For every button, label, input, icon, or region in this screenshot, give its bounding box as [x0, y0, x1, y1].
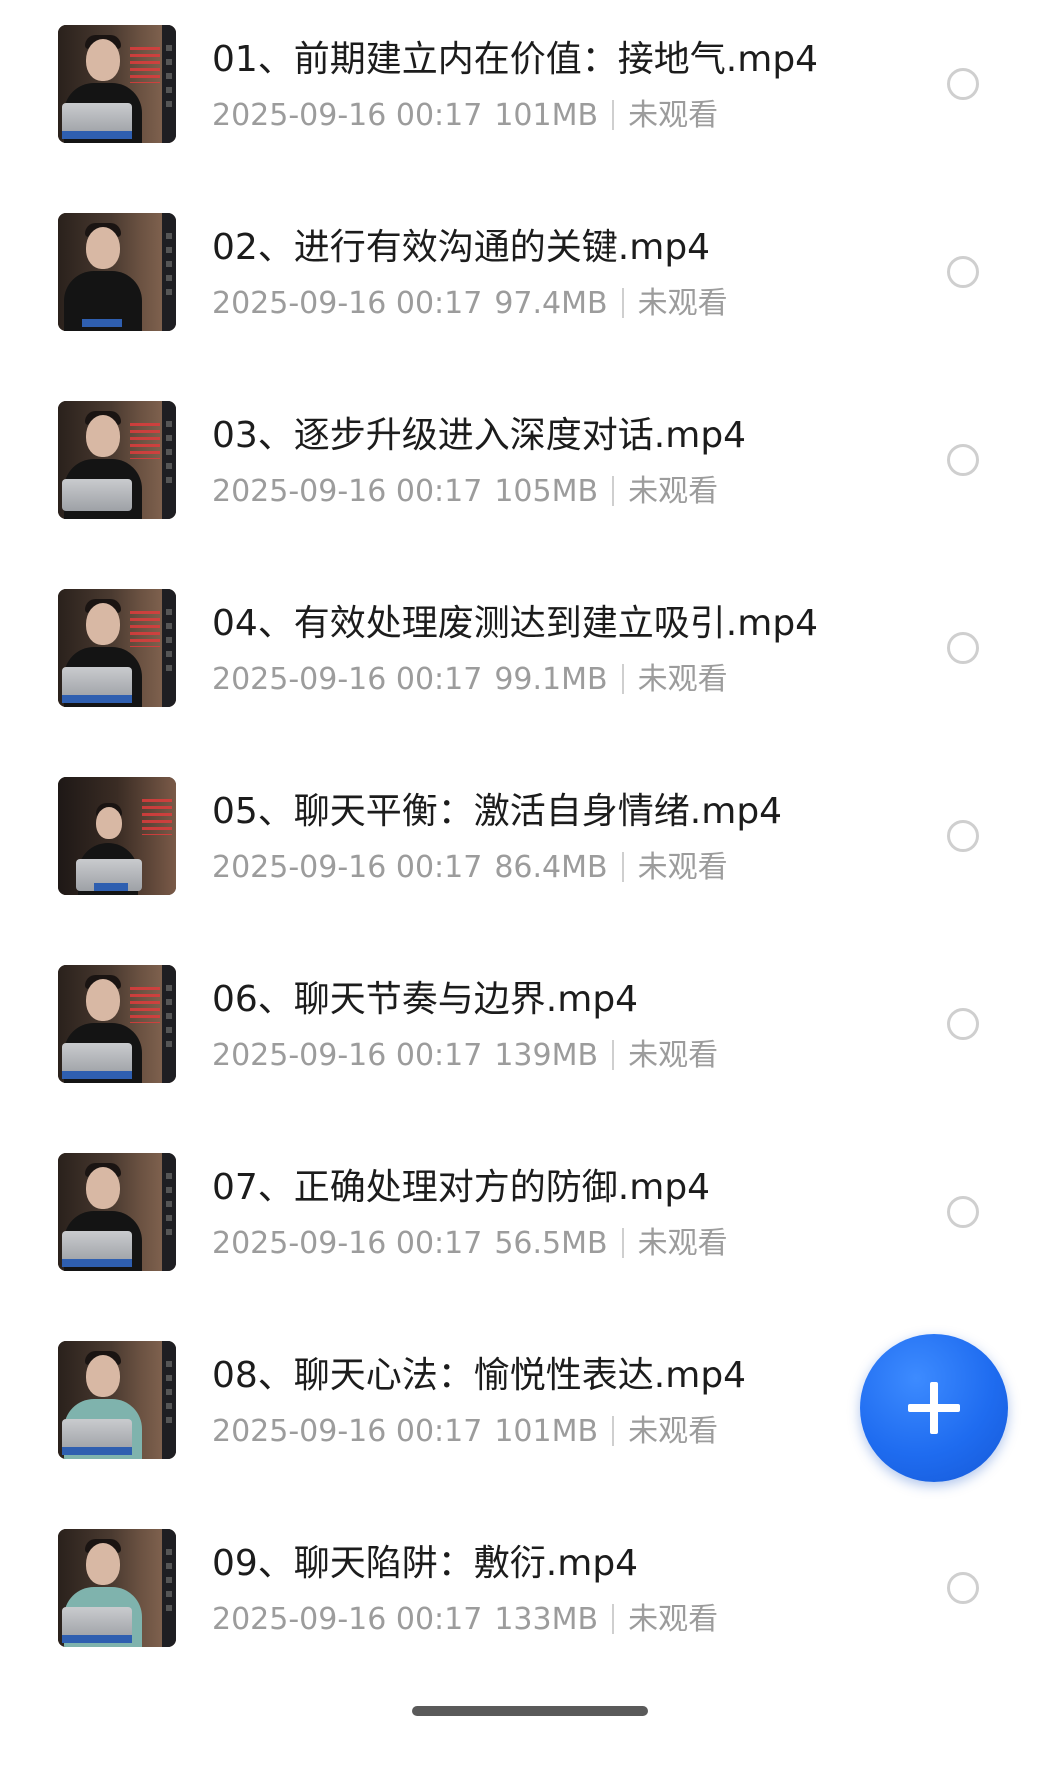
file-meta: 2025-09-16 00:17 133MB 未观看 [212, 1601, 718, 1639]
list-item[interactable]: 02、进行有效沟通的关键.mp4 2025-09-16 00:17 97.4MB 未… [0, 188, 1054, 376]
meta-divider [612, 1416, 615, 1446]
video-thumbnail [58, 965, 176, 1083]
select-radio[interactable] [947, 1008, 979, 1040]
file-meta: 2025-09-16 00:17 139MB 未观看 [212, 1037, 718, 1075]
list-item[interactable]: 03、逐步升级进入深度对话.mp4 2025-09-16 00:17 105MB 未… [0, 376, 1054, 564]
video-thumbnail [58, 1529, 176, 1647]
file-meta: 2025-09-16 00:17 105MB 未观看 [212, 473, 718, 511]
watch-status: 未观看 [637, 1226, 728, 1261]
file-meta: 2025-09-16 00:17 86.4MB 未观看 [212, 849, 728, 887]
list-item[interactable]: 05、聊天平衡：激活自身情绪.mp4 2025-09-16 00:17 86.4M… [0, 752, 1054, 940]
select-radio[interactable] [947, 632, 979, 664]
file-title: 06、聊天节奏与边界.mp4 [212, 979, 639, 1020]
file-size: 97.4MB [494, 286, 608, 321]
file-datetime: 2025-09-16 00:17 [212, 850, 483, 885]
file-title: 08、聊天心法：愉悦性表达.mp4 [212, 1355, 747, 1396]
watch-status: 未观看 [628, 1038, 719, 1073]
plus-icon [908, 1382, 960, 1434]
select-radio[interactable] [947, 1572, 979, 1604]
meta-divider [612, 1604, 615, 1634]
watch-status: 未观看 [637, 850, 728, 885]
meta-divider [621, 664, 624, 694]
video-thumbnail [58, 401, 176, 519]
file-title: 03、逐步升级进入深度对话.mp4 [212, 415, 747, 456]
video-thumbnail [58, 1153, 176, 1271]
file-datetime: 2025-09-16 00:17 [212, 1226, 483, 1261]
file-datetime: 2025-09-16 00:17 [212, 1602, 483, 1637]
meta-divider [621, 1228, 624, 1258]
home-indicator[interactable] [412, 1706, 648, 1716]
file-size: 133MB [494, 1602, 599, 1637]
watch-status: 未观看 [628, 474, 719, 509]
file-title: 07、正确处理对方的防御.mp4 [212, 1167, 711, 1208]
file-title: 09、聊天陷阱：敷衍.mp4 [212, 1543, 639, 1584]
file-meta: 2025-09-16 00:17 97.4MB 未观看 [212, 285, 728, 323]
list-item[interactable]: 07、正确处理对方的防御.mp4 2025-09-16 00:17 56.5MB 未… [0, 1128, 1054, 1316]
file-size: 86.4MB [494, 850, 608, 885]
meta-divider [621, 288, 624, 318]
file-meta: 2025-09-16 00:17 101MB 未观看 [212, 97, 718, 135]
file-datetime: 2025-09-16 00:17 [212, 474, 483, 509]
file-meta: 2025-09-16 00:17 56.5MB 未观看 [212, 1225, 728, 1263]
watch-status: 未观看 [628, 98, 719, 133]
file-title: 01、前期建立内在价值：接地气.mp4 [212, 39, 819, 80]
select-radio[interactable] [947, 820, 979, 852]
file-size: 105MB [494, 474, 599, 509]
file-title: 02、进行有效沟通的关键.mp4 [212, 227, 711, 268]
watch-status: 未观看 [637, 662, 728, 697]
file-datetime: 2025-09-16 00:17 [212, 98, 483, 133]
file-datetime: 2025-09-16 00:17 [212, 662, 483, 697]
select-radio[interactable] [947, 1196, 979, 1228]
file-datetime: 2025-09-16 00:17 [212, 286, 483, 321]
meta-divider [612, 476, 615, 506]
meta-divider [612, 100, 615, 130]
file-meta: 2025-09-16 00:17 101MB 未观看 [212, 1413, 718, 1451]
file-size: 101MB [494, 1414, 599, 1449]
select-radio[interactable] [947, 256, 979, 288]
file-size: 99.1MB [494, 662, 608, 697]
list-item[interactable]: 04、有效处理废测达到建立吸引.mp4 2025-09-16 00:17 99.1… [0, 564, 1054, 752]
list-item[interactable]: 01、前期建立内在价值：接地气.mp4 2025-09-16 00:17 101M… [0, 0, 1054, 188]
file-title: 05、聊天平衡：激活自身情绪.mp4 [212, 791, 783, 832]
file-datetime: 2025-09-16 00:17 [212, 1038, 483, 1073]
watch-status: 未观看 [628, 1602, 719, 1637]
file-size: 101MB [494, 98, 599, 133]
select-radio[interactable] [947, 444, 979, 476]
file-meta: 2025-09-16 00:17 99.1MB 未观看 [212, 661, 728, 699]
file-size: 139MB [494, 1038, 599, 1073]
video-thumbnail [58, 777, 176, 895]
video-thumbnail [58, 213, 176, 331]
list-item[interactable]: 06、聊天节奏与边界.mp4 2025-09-16 00:17 139MB 未观看 [0, 940, 1054, 1128]
file-datetime: 2025-09-16 00:17 [212, 1414, 483, 1449]
watch-status: 未观看 [628, 1414, 719, 1449]
video-thumbnail [58, 1341, 176, 1459]
add-button[interactable] [860, 1334, 1008, 1482]
select-radio[interactable] [947, 68, 979, 100]
list-item[interactable]: 09、聊天陷阱：敷衍.mp4 2025-09-16 00:17 133MB 未观看 [0, 1504, 1054, 1692]
file-size: 56.5MB [494, 1226, 608, 1261]
watch-status: 未观看 [637, 286, 728, 321]
video-thumbnail [58, 25, 176, 143]
file-title: 04、有效处理废测达到建立吸引.mp4 [212, 603, 819, 644]
video-thumbnail [58, 589, 176, 707]
meta-divider [621, 852, 624, 882]
meta-divider [612, 1040, 615, 1070]
